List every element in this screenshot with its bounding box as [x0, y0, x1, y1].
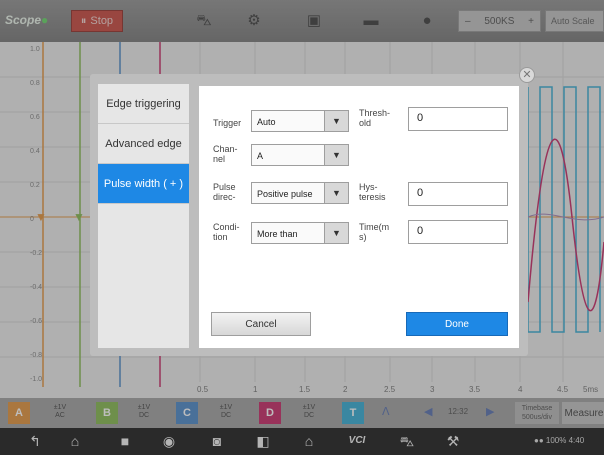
tab-advanced-edge[interactable]: Advanced edge: [98, 124, 189, 164]
threshold-label: Thresh- old: [359, 108, 391, 128]
time-label: Time(m s): [359, 222, 390, 242]
pulse-width-settings-panel: Trigger Auto ▼ Thresh- old 0 Chan- nel A…: [199, 86, 519, 348]
condition-select[interactable]: More than ▼: [251, 222, 349, 244]
chevron-down-icon: ▼: [324, 183, 348, 203]
time-input[interactable]: 0: [408, 220, 508, 244]
trigger-settings-dialog: Edge triggering Advanced edge Pulse widt…: [90, 74, 528, 356]
chevron-down-icon: ▼: [324, 223, 348, 243]
threshold-input[interactable]: 0: [408, 107, 508, 131]
trigger-label: Trigger: [213, 118, 242, 128]
cancel-button[interactable]: Cancel: [211, 312, 311, 336]
hysteresis-label: Hys- teresis: [359, 182, 386, 202]
close-icon[interactable]: ✕: [519, 67, 535, 83]
channel-select[interactable]: A ▼: [251, 144, 349, 166]
chevron-down-icon: ▼: [324, 145, 348, 165]
tab-pulse-width[interactable]: Pulse width ( + ): [98, 164, 189, 204]
trigger-select[interactable]: Auto ▼: [251, 110, 349, 132]
tabs-empty-area: [98, 204, 189, 348]
pulse-direction-label: Pulse direc-: [213, 182, 236, 202]
tab-edge-triggering[interactable]: Edge triggering: [98, 84, 189, 124]
done-button[interactable]: Done: [406, 312, 508, 336]
channel-label: Chan- nel: [213, 144, 238, 164]
oscilloscope-screen: Scope● ⏸ Stop ⛍ ⚙ ▣ ▬ ● – 500KS + Auto S…: [0, 0, 604, 455]
pulse-direction-select[interactable]: Positive pulse ▼: [251, 182, 349, 204]
hysteresis-input[interactable]: 0: [408, 182, 508, 206]
condition-label: Condi- tion: [213, 222, 240, 242]
chevron-down-icon: ▼: [324, 111, 348, 131]
